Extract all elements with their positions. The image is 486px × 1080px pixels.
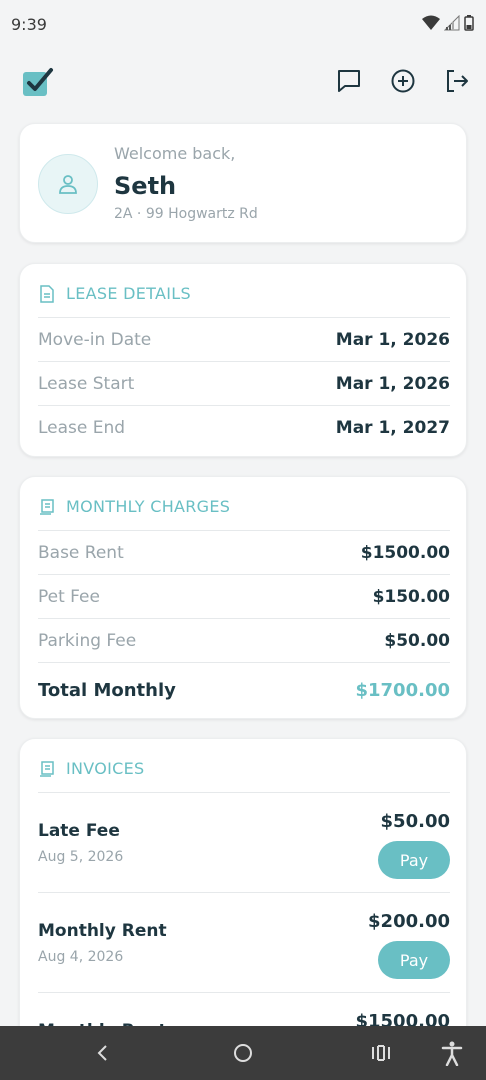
logo-check-icon[interactable]: [20, 64, 54, 98]
user-name: Seth: [114, 172, 177, 200]
invoice-date: Aug 4, 2026: [38, 949, 124, 965]
total-value: $1700.00: [355, 680, 450, 701]
row-label: Lease Start: [38, 373, 135, 394]
section-title: INVOICES: [66, 759, 145, 778]
home-icon[interactable]: [228, 1038, 258, 1068]
accessibility-icon[interactable]: [437, 1038, 467, 1068]
charge-row: Base Rent $1500.00: [38, 530, 450, 574]
section-title: MONTHLY CHARGES: [66, 497, 231, 516]
invoice-amount: $200.00: [368, 911, 450, 932]
address: 2A · 99 Hogwartz Rd: [114, 206, 258, 222]
system-nav-bar: [0, 1026, 486, 1080]
section-title: LEASE DETAILS: [66, 284, 191, 303]
invoice-amount: $50.00: [380, 811, 450, 832]
signal-icon: [444, 15, 460, 31]
status-bar: 9:39: [0, 0, 486, 50]
lease-row: Move-in Date Mar 1, 2026: [38, 317, 450, 361]
invoice-item: Late Fee Aug 5, 2026 $50.00 Pay: [38, 792, 450, 892]
charge-row: Parking Fee $50.00: [38, 618, 450, 662]
status-icons: [422, 15, 474, 31]
row-label: Parking Fee: [38, 630, 137, 651]
row-value: Mar 1, 2027: [335, 417, 450, 438]
recents-icon[interactable]: [366, 1038, 396, 1068]
receipt-icon: [40, 760, 54, 777]
pay-button[interactable]: Pay: [378, 941, 450, 979]
document-icon: [40, 284, 54, 303]
row-value: Mar 1, 2026: [335, 329, 450, 350]
charge-row: Pet Fee $150.00: [38, 574, 450, 618]
wifi-icon: [422, 15, 440, 30]
header-actions: [334, 66, 472, 96]
invoice-item: Monthly Rent Aug 4, 2026 $200.00 Pay: [38, 892, 450, 992]
lease-details-card: LEASE DETAILS Move-in Date Mar 1, 2026 L…: [19, 263, 467, 457]
battery-icon: [464, 15, 474, 31]
row-label: Lease End: [38, 417, 126, 438]
app-header: [0, 58, 486, 108]
invoices-header: INVOICES: [38, 759, 145, 778]
lease-header: LEASE DETAILS: [38, 284, 191, 303]
invoice-title: Late Fee: [38, 821, 120, 841]
total-row: Total Monthly $1700.00: [38, 662, 450, 718]
row-label: Base Rent: [38, 542, 124, 563]
user-icon: [59, 175, 77, 194]
status-time: 9:39: [11, 15, 47, 34]
row-value: Mar 1, 2026: [335, 373, 450, 394]
total-label: Total Monthly: [38, 680, 176, 701]
welcome-card: Welcome back, Seth 2A · 99 Hogwartz Rd: [19, 123, 467, 243]
row-value: $1500.00: [360, 542, 450, 563]
back-icon[interactable]: [88, 1038, 118, 1068]
receipt-icon: [40, 498, 54, 515]
invoice-date: Aug 5, 2026: [38, 849, 124, 865]
logout-icon[interactable]: [442, 66, 472, 96]
lease-row: Lease End Mar 1, 2027: [38, 405, 450, 449]
row-label: Move-in Date: [38, 329, 152, 350]
welcome-greeting: Welcome back,: [114, 144, 236, 163]
monthly-charges-card: MONTHLY CHARGES Base Rent $1500.00 Pet F…: [19, 476, 467, 719]
row-value: $150.00: [372, 586, 450, 607]
invoice-title: Monthly Rent: [38, 921, 167, 941]
charges-header: MONTHLY CHARGES: [38, 497, 230, 516]
lease-row: Lease Start Mar 1, 2026: [38, 361, 450, 405]
avatar: [38, 154, 98, 214]
row-value: $50.00: [384, 630, 450, 651]
chat-icon[interactable]: [334, 66, 364, 96]
pay-button[interactable]: Pay: [378, 841, 450, 879]
row-label: Pet Fee: [38, 586, 100, 607]
add-circle-icon[interactable]: [388, 66, 418, 96]
